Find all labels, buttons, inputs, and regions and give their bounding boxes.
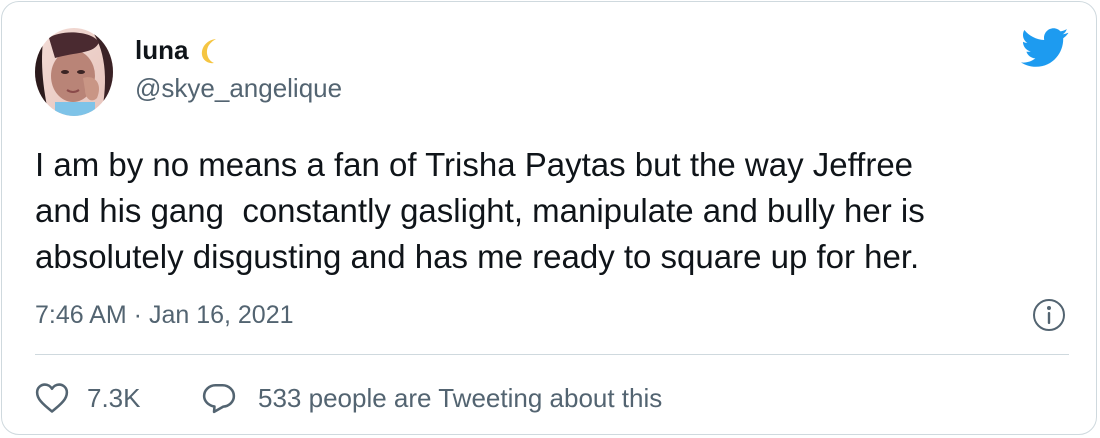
user-handle[interactable]: @skye_angelique (135, 72, 342, 104)
heart-icon (35, 383, 69, 413)
like-count: 7.3K (87, 382, 141, 413)
avatar-image (35, 28, 113, 116)
like-button[interactable]: 7.3K (35, 378, 141, 418)
tweet-timestamp[interactable]: 7:46 AM · Jan 16, 2021 (35, 298, 294, 332)
divider (35, 354, 1069, 355)
conversation-label: 533 people are Tweeting about this (258, 382, 663, 413)
display-name-text: luna (135, 35, 189, 65)
speech-bubble-icon (202, 383, 236, 414)
tweet-card[interactable]: luna @skye_angelique I am by no means a … (1, 1, 1097, 435)
conversation-link[interactable]: 533 people are Tweeting about this (202, 378, 662, 418)
twitter-bird-icon[interactable] (1021, 28, 1069, 68)
crescent-moon-icon (201, 39, 216, 64)
info-icon[interactable] (1032, 298, 1066, 332)
display-name[interactable]: luna (135, 34, 226, 66)
avatar[interactable] (35, 28, 113, 116)
tweet-text: I am by no means a fan of Trisha Paytas … (35, 146, 925, 275)
